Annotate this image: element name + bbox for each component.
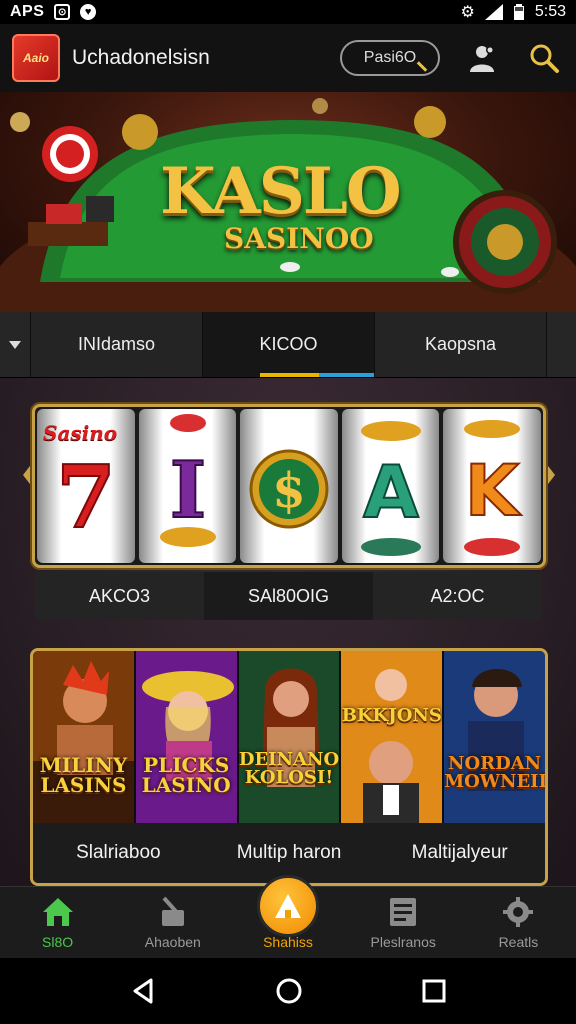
reel-art: I (159, 414, 216, 547)
main-content: 7 Sasino I $ A K AKCO3 SAl80OIG A2:OC MI… (0, 378, 576, 886)
back-icon[interactable] (129, 977, 157, 1005)
hero-title: KASLO (160, 154, 402, 229)
games-carousel: MILINY LASINS PLICKS LASINO DEINANO KOLO… (30, 648, 548, 886)
slot-machine[interactable]: 7 Sasino I $ A K (32, 404, 546, 568)
carrier-label: APS (10, 3, 45, 20)
tab-scroll-edge (546, 312, 576, 377)
app-bar: Aaio Uchadonelsisn Pasi6O (0, 24, 576, 92)
tab-1[interactable]: INIdamso (30, 312, 202, 377)
home-icon (40, 894, 76, 930)
tab-label: INIdamso (77, 334, 156, 354)
nav-label: Pleslranos (370, 934, 436, 950)
game-card[interactable]: MILINY LASINS (33, 651, 136, 823)
slot-labels-bar: AKCO3 SAl80OIG A2:OC (35, 572, 542, 620)
reel-symbol: I (169, 445, 206, 536)
nav-item-2[interactable]: Ahaoben (115, 887, 230, 958)
signal-icon (484, 4, 503, 20)
game-card[interactable]: PLICKS LASINO (135, 651, 239, 823)
game-artwork (444, 651, 545, 823)
category-tabs: INIdamso KICOO Kaopsna (0, 312, 576, 378)
nav-label: Sl8O (42, 934, 74, 950)
hero-banner[interactable]: KASLO SASINOO (0, 92, 576, 312)
status-bar: APS ⊙ ♥ ⚙ 5:53 (0, 0, 576, 24)
reel-symbol: $ (272, 463, 305, 519)
game-artwork (238, 651, 340, 823)
caret-down-icon (9, 340, 21, 349)
search-pill-button[interactable]: Pasi6O (340, 40, 440, 76)
slot-label[interactable]: SAl80OIG (204, 572, 373, 620)
reel-symbol: A (363, 450, 419, 534)
reel: I (138, 409, 237, 563)
game-label[interactable]: Multip haron (204, 823, 375, 883)
profile-button[interactable] (462, 38, 502, 78)
pill-pen-icon (416, 61, 428, 72)
active-tab-indicator (260, 373, 378, 377)
game-title: NORDAN MOWNEILL (444, 753, 545, 792)
battery-icon (513, 4, 524, 20)
reel-art: K (464, 420, 523, 556)
slot-label[interactable]: AKCO3 (35, 572, 204, 620)
game-title: PLICKS LASINO (141, 753, 231, 797)
app-logo[interactable]: Aaio (12, 34, 60, 82)
profile-icon (470, 46, 494, 72)
reel: 7 Sasino (37, 409, 135, 563)
reel: $ (240, 409, 338, 563)
broom-icon (155, 894, 191, 930)
notification-icon: ⊙ (54, 4, 71, 20)
sync-icon: ⚙ (460, 4, 475, 21)
game-artwork (135, 651, 237, 823)
reel-symbol: K (465, 450, 522, 532)
hero-subtitle: SASINOO (224, 222, 374, 255)
reel: A (341, 409, 440, 563)
search-button[interactable] (524, 38, 564, 78)
tab-dropdown-button[interactable] (0, 312, 30, 377)
clock: 5:53 (534, 3, 566, 20)
list-icon (385, 894, 421, 930)
center-fab-button[interactable] (257, 875, 319, 937)
search-pill-label: Pasi6O (363, 49, 417, 66)
game-card[interactable]: DEINANO KOLOSI! (238, 651, 342, 823)
game-title: MILINY LASINS (39, 753, 128, 797)
game-label[interactable]: Maltijalyeur (374, 823, 545, 883)
slot-label[interactable]: A2:OC (373, 572, 542, 620)
game-artwork (33, 651, 134, 823)
tab-3[interactable]: Kaopsna (374, 312, 546, 377)
tab-label: KICOO (259, 334, 318, 354)
reel-art: $ (249, 449, 329, 529)
bottom-nav: Sl8O Ahaoben Shahiss Pleslranos Reatls (0, 875, 576, 958)
game-title: DEINANO KOLOSI! (238, 749, 340, 788)
nav-home[interactable]: Sl8O (0, 887, 115, 958)
tab-label: Kaopsna (424, 334, 497, 354)
reel: K (443, 409, 541, 563)
game-label[interactable]: Slalriaboo (33, 823, 204, 883)
recents-icon[interactable] (421, 978, 447, 1004)
game-card[interactable]: NORDAN MOWNEILL (444, 651, 545, 823)
gear-icon (500, 894, 536, 930)
nav-item-5[interactable]: Reatls (461, 887, 576, 958)
search-icon (530, 44, 559, 73)
app-title: Uchadonelsisn (72, 46, 210, 69)
game-title: BKKJONS (341, 705, 442, 726)
tab-2[interactable]: KICOO (202, 312, 378, 377)
reel-symbol: 7 (56, 447, 116, 548)
triangle-icon (275, 894, 301, 918)
nav-label: Reatls (498, 934, 539, 950)
app-notification-icon: ♥ (80, 4, 97, 20)
game-artwork (341, 651, 443, 823)
system-nav-bar (0, 958, 576, 1024)
home-circle-icon[interactable] (275, 977, 303, 1005)
slot-right-arrow[interactable] (545, 462, 555, 488)
nav-item-4[interactable]: Pleslranos (346, 887, 461, 958)
nav-center[interactable]: Shahiss (230, 875, 345, 958)
reel-art: A (360, 421, 421, 556)
game-card[interactable]: BKKJONS (341, 651, 445, 823)
nav-label: Ahaoben (144, 934, 201, 950)
slot-overlay-text: Sasino (43, 421, 118, 445)
